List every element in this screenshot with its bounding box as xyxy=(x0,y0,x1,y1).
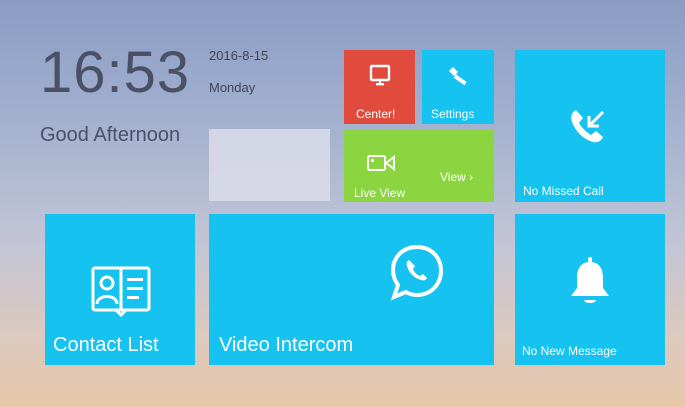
live-view-link[interactable]: View › xyxy=(440,170,473,184)
chevron-right-icon: › xyxy=(469,170,474,184)
messages-label: No New Message xyxy=(522,344,617,358)
contact-book-icon xyxy=(91,266,151,318)
weekday: Monday xyxy=(209,80,256,95)
wrench-icon xyxy=(448,66,467,86)
date: 2016-8-15 xyxy=(209,48,269,63)
missed-call-label: No Missed Call xyxy=(523,184,604,198)
phone-bubble-icon xyxy=(390,244,444,301)
center-label: Center! xyxy=(356,107,396,121)
settings-tile[interactable]: Settings xyxy=(422,50,494,124)
monitor-icon xyxy=(369,64,391,86)
home-screen: 16:53 Good Afternoon 2016-8-15 Monday Ce… xyxy=(0,0,685,407)
missed-call-icon xyxy=(571,110,605,143)
info-panel xyxy=(209,129,330,201)
video-intercom-tile[interactable]: Video Intercom xyxy=(209,214,494,365)
settings-label: Settings xyxy=(431,107,475,121)
video-intercom-label: Video Intercom xyxy=(219,334,354,356)
camera-icon xyxy=(367,155,395,171)
live-view-label: Live View xyxy=(354,186,406,200)
messages-tile[interactable]: No New Message xyxy=(515,214,665,365)
contact-list-tile[interactable]: Contact List xyxy=(45,214,195,365)
clock-time: 16:53 xyxy=(40,40,191,105)
bell-icon xyxy=(571,257,609,303)
greeting: Good Afternoon xyxy=(40,124,181,146)
missed-call-tile[interactable]: No Missed Call xyxy=(515,50,665,202)
live-view-link-label: View xyxy=(440,170,466,184)
contact-list-label: Contact List xyxy=(53,334,159,356)
live-view-tile[interactable]: View › Live View xyxy=(344,130,494,202)
center-tile[interactable]: Center! xyxy=(344,50,415,124)
